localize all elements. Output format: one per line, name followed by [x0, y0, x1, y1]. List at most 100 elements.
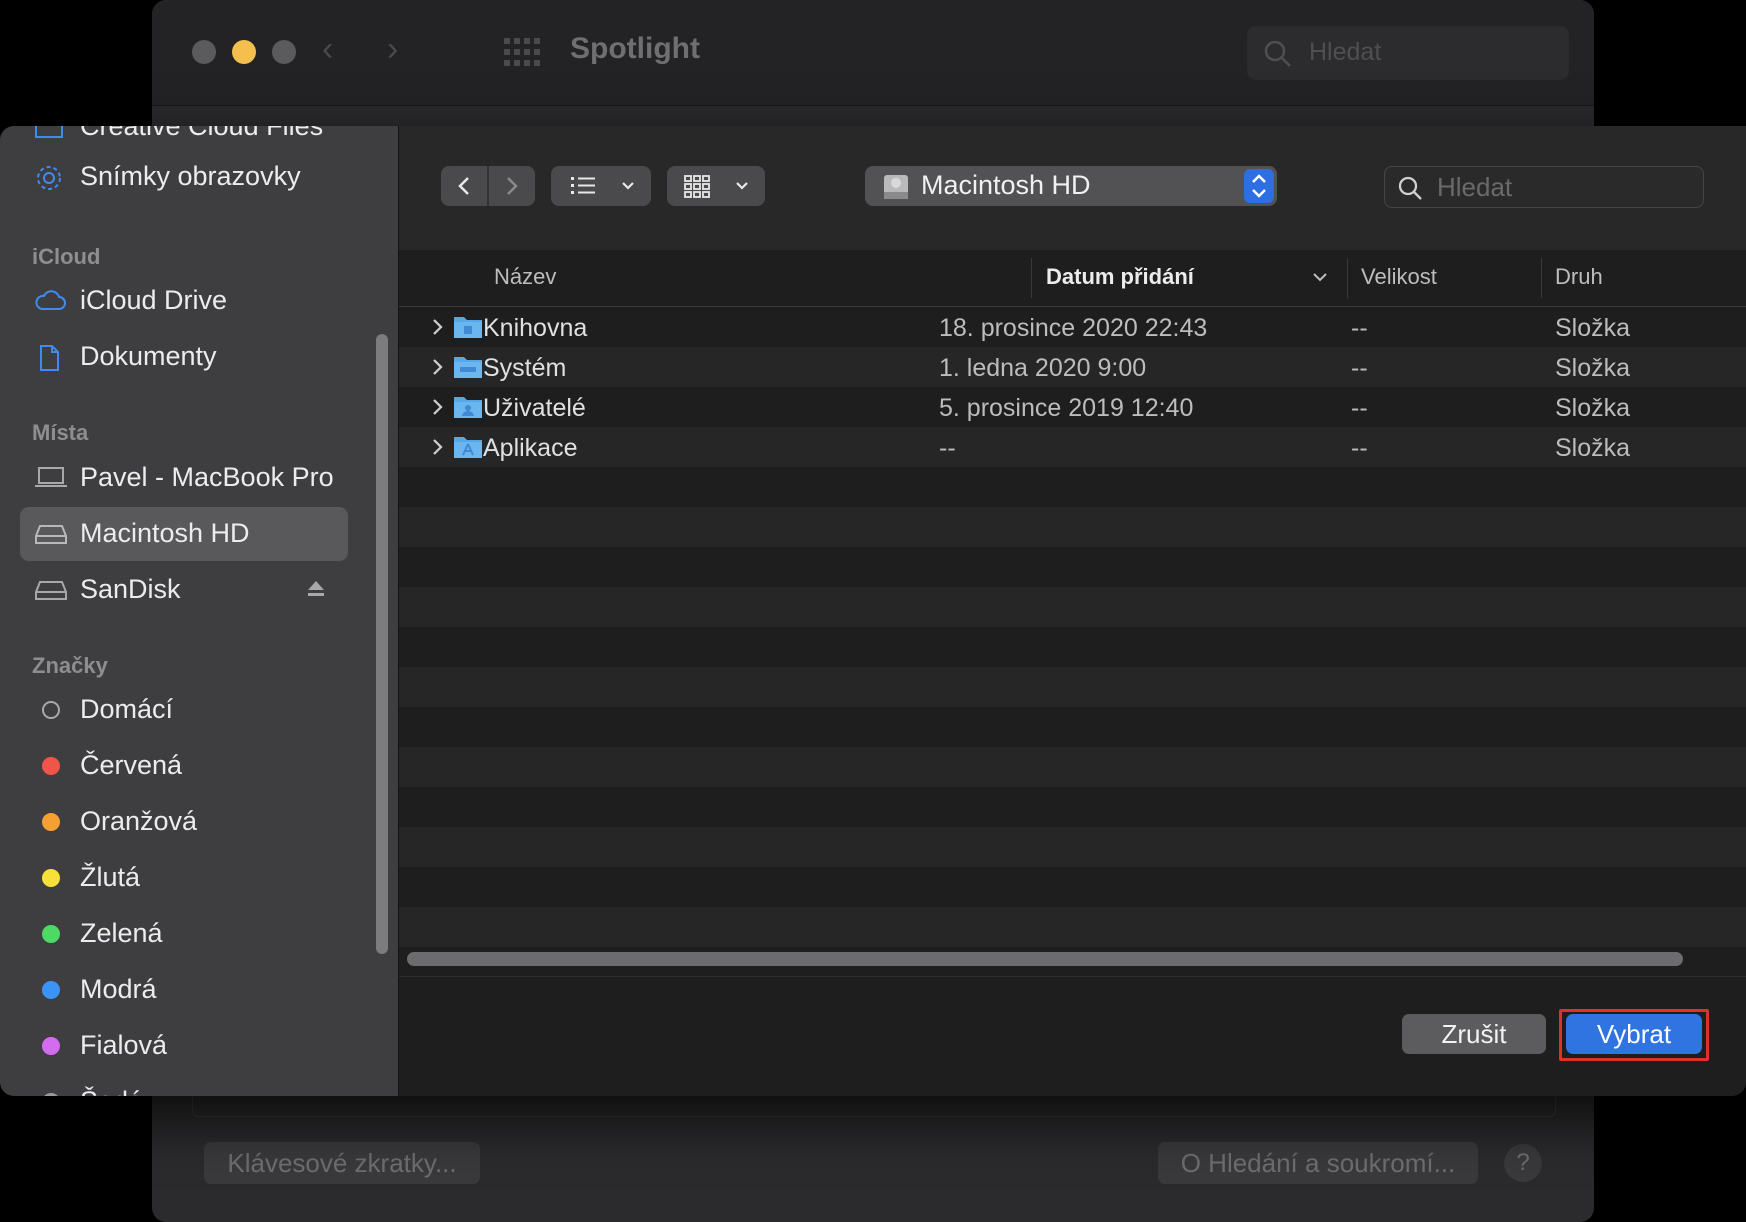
search-privacy-button[interactable]: O Hledání a soukromí...	[1158, 1142, 1478, 1184]
sidebar-item-label: Červená	[80, 750, 183, 780]
tag-dot-icon	[42, 925, 60, 943]
sidebar-item-label: Pavel - MacBook Pro	[80, 462, 334, 492]
sidebar-item-macintosh-hd[interactable]: Macintosh HD	[20, 507, 348, 561]
sidebar-tag-purple[interactable]: Fialová	[20, 1019, 348, 1073]
show-all-grid-icon[interactable]	[504, 38, 540, 66]
file-name: Knihovna	[483, 314, 588, 342]
sidebar-item-label: Snímky obrazovky	[80, 161, 301, 191]
file-date: 18. prosince 2020 22:43	[939, 314, 1208, 342]
sidebar-item-label: Macintosh HD	[80, 518, 250, 548]
tag-dot-icon	[42, 869, 60, 887]
sidebar-scrollbar[interactable]	[376, 334, 388, 954]
sidebar-item-icloud-drive[interactable]: iCloud Drive	[20, 274, 348, 328]
file-kind: Složka	[1555, 434, 1631, 462]
empty-row	[399, 827, 1746, 867]
file-list: Knihovna 18. prosince 2020 22:43 -- Slož…	[399, 307, 1746, 947]
tag-dot-icon	[42, 981, 60, 999]
back-arrow-icon[interactable]: ‹	[322, 30, 333, 69]
minimize-window-button[interactable]	[232, 40, 256, 64]
sidebar-item-documents[interactable]: Dokumenty	[20, 330, 348, 384]
empty-row	[399, 627, 1746, 667]
disclosure-chevron-icon[interactable]	[431, 396, 445, 423]
sidebar-item-label: iCloud Drive	[80, 285, 228, 315]
table-row[interactable]: Knihovna 18. prosince 2020 22:43 -- Slož…	[399, 307, 1746, 347]
disclosure-chevron-icon[interactable]	[431, 356, 445, 383]
sidebar-item-label: Fialová	[80, 1030, 168, 1060]
table-row[interactable]: Uživatelé 5. prosince 2019 12:40 -- Slož…	[399, 387, 1746, 427]
sort-descending-icon	[1311, 270, 1329, 289]
sidebar-tag-blue[interactable]: Modrá	[20, 963, 348, 1017]
location-popup[interactable]: Macintosh HD	[865, 166, 1277, 206]
disclosure-chevron-icon[interactable]	[431, 316, 445, 343]
empty-row	[399, 587, 1746, 627]
sidebar-tag-gray[interactable]: Šedá	[20, 1075, 348, 1096]
applications-folder-icon	[453, 433, 483, 464]
folder-icon	[34, 126, 64, 141]
forward-arrow-icon[interactable]: ›	[387, 30, 398, 69]
sidebar-tag-home[interactable]: Domácí	[20, 683, 348, 737]
sidebar-tag-orange[interactable]: Oranžová	[20, 795, 348, 849]
close-window-button[interactable]	[192, 40, 216, 64]
search-input[interactable]: Hledat	[1384, 166, 1704, 208]
file-name: Uživatelé	[483, 394, 586, 422]
sidebar-item-label: Žlutá	[80, 862, 141, 892]
file-date: --	[939, 434, 956, 462]
zoom-window-button[interactable]	[272, 40, 296, 64]
footer-divider	[399, 976, 1746, 977]
search-icon	[1397, 175, 1423, 206]
group-view-button[interactable]	[667, 166, 765, 206]
sidebar-item-screenshots[interactable]: Snímky obrazovky	[20, 150, 348, 204]
sidebar-tag-green[interactable]: Zelená	[20, 907, 348, 961]
sidebar-item-macbook[interactable]: Pavel - MacBook Pro	[20, 451, 348, 505]
choose-button[interactable]: Vybrat	[1566, 1014, 1702, 1054]
table-row[interactable]: Aplikace -- -- Složka	[399, 427, 1746, 467]
sidebar-item-label: Modrá	[80, 974, 157, 1004]
sidebar: Creative Cloud Files Snímky obrazovky iC…	[0, 126, 399, 1096]
empty-row	[399, 467, 1746, 507]
sidebar-item-sandisk[interactable]: SanDisk	[20, 563, 348, 617]
disclosure-chevron-icon[interactable]	[431, 436, 445, 463]
tag-dot-icon	[42, 813, 60, 831]
column-kind[interactable]: Druh	[1555, 264, 1603, 290]
users-folder-icon	[453, 393, 483, 424]
forward-button[interactable]	[488, 166, 535, 206]
help-button[interactable]: ?	[1504, 1144, 1542, 1182]
file-size: --	[1351, 434, 1368, 462]
column-divider	[1347, 258, 1348, 298]
sidebar-tag-yellow[interactable]: Žlutá	[20, 851, 348, 905]
spotlight-search-field[interactable]: Hledat	[1247, 26, 1569, 80]
sidebar-item-label: Domácí	[80, 694, 174, 724]
places-heading: Místa	[32, 420, 89, 445]
file-kind: Složka	[1555, 314, 1631, 342]
sidebar-tag-red[interactable]: Červená	[20, 739, 348, 793]
toolbar: Macintosh HD Hledat	[399, 126, 1746, 251]
disk-icon	[34, 576, 67, 604]
list-view-button[interactable]	[551, 166, 651, 206]
sidebar-item-label: Zelená	[80, 918, 163, 948]
column-date-added[interactable]: Datum přidání	[1046, 264, 1194, 290]
empty-row	[399, 507, 1746, 547]
search-placeholder: Hledat	[1437, 172, 1513, 202]
keyboard-shortcuts-button[interactable]: Klávesové zkratky...	[204, 1142, 480, 1184]
sidebar-item-label: Oranžová	[80, 806, 198, 836]
empty-row	[399, 667, 1746, 707]
horizontal-scrollbar[interactable]	[407, 952, 1683, 966]
tag-dot-icon	[42, 757, 60, 775]
system-folder-icon	[453, 353, 483, 384]
empty-row	[399, 707, 1746, 747]
title-bar: ‹ › Spotlight Hledat	[152, 0, 1594, 106]
column-size[interactable]: Velikost	[1361, 264, 1437, 290]
table-row[interactable]: Systém 1. ledna 2020 9:00 -- Složka	[399, 347, 1746, 387]
empty-row	[399, 547, 1746, 587]
column-name[interactable]: Název	[494, 264, 556, 290]
back-button[interactable]	[441, 166, 488, 206]
tag-circle-icon	[42, 701, 60, 719]
search-placeholder: Hledat	[1309, 38, 1382, 66]
cancel-button[interactable]: Zrušit	[1402, 1014, 1546, 1054]
file-size: --	[1351, 354, 1368, 382]
tag-dot-icon	[42, 1093, 60, 1096]
eject-icon[interactable]	[306, 579, 326, 604]
file-kind: Složka	[1555, 354, 1631, 382]
library-folder-icon	[453, 313, 483, 344]
sidebar-item-label: Šedá	[80, 1086, 143, 1096]
